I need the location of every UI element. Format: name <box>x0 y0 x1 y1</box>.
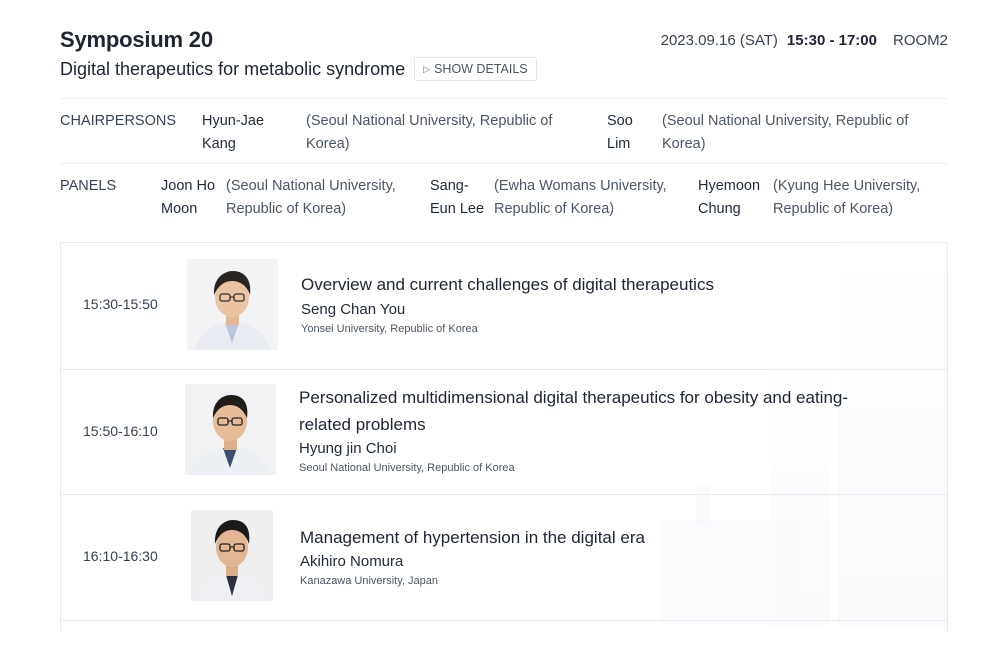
panel-name: Sang- Eun Lee <box>430 178 485 217</box>
divider <box>60 163 948 164</box>
speaker-photo <box>185 384 276 475</box>
chairperson-name: Soo Lim <box>607 113 633 152</box>
session-item[interactable]: 15:50-16:10 Personalized multidimensiona… <box>61 370 947 495</box>
symposium-header: Symposium 20 Digital therapeutics for me… <box>60 26 948 86</box>
panels-row: PANELS Joon Ho Moon (Seoul National Unive… <box>60 175 948 223</box>
session-item-speaker: Seng Chan You <box>301 301 406 318</box>
symposium-subtitle: Digital therapeutics for metabolic syndr… <box>60 59 406 79</box>
session-item-title: Personalized multidimensional digital th… <box>299 388 849 434</box>
speaker-photo <box>191 510 273 601</box>
session-item-title: Overview and current challenges of digit… <box>301 275 714 294</box>
session-item[interactable]: 16:10-16:30 Management of hypertension i… <box>61 495 947 621</box>
session-item[interactable]: 15:30-15:50 Overview and current challen… <box>61 243 947 370</box>
session-item-affiliation: Seoul National University, Republic of K… <box>299 462 515 474</box>
session-date: 2023.09.16 (SAT) <box>660 32 778 49</box>
show-details-label: SHOW DETAILS <box>434 62 528 76</box>
session-item-time: 15:30-15:50 <box>83 296 158 312</box>
show-details-button[interactable]: ▷ SHOW DETAILS <box>414 57 537 81</box>
play-triangle-icon: ▷ <box>423 63 431 74</box>
panel-name: Hyemoon Chung <box>698 178 761 217</box>
chairperson-affiliation: (Seoul National University, Republic of K… <box>306 113 553 152</box>
panel-affiliation: (Kyung Hee University, Republic of Korea) <box>773 178 921 217</box>
panel-affiliation: (Seoul National University, Republic of K… <box>226 178 396 217</box>
speaker-photo <box>187 259 278 350</box>
chairpersons-label: CHAIRPERSONS <box>60 113 177 129</box>
panel-name: Joon Ho Moon <box>161 178 216 217</box>
session-item-affiliation: Yonsei University, Republic of Korea <box>301 323 478 335</box>
session-item-time: 15:50-16:10 <box>83 423 158 439</box>
chairperson-affiliation: (Seoul National University, Republic of K… <box>662 113 909 152</box>
chairperson-name: Hyun-Jae Kang <box>202 113 265 152</box>
session-time: 15:30 - 17:00 <box>786 32 877 49</box>
session-item-speaker: Hyung jin Choi <box>299 440 397 457</box>
session-item-affiliation: Kanazawa University, Japan <box>300 575 438 587</box>
session-item-title: Management of hypertension in the digita… <box>300 528 645 547</box>
panels-label: PANELS <box>60 178 117 194</box>
session-meta: 2023.09.16 (SAT) 15:30 - 17:00 ROOM2 <box>661 32 948 49</box>
divider <box>60 98 948 99</box>
session-item-time: 16:10-16:30 <box>83 548 158 564</box>
session-item-speaker: Akihiro Nomura <box>300 553 404 570</box>
session-room: ROOM2 <box>892 32 948 49</box>
chairpersons-row: CHAIRPERSONS Hyun-Jae Kang (Seoul Nationa… <box>60 110 948 158</box>
session-list: 15:30-15:50 Overview and current challen… <box>60 242 948 632</box>
panel-affiliation: (Ewha Womans University, Republic of Kore… <box>494 178 667 217</box>
